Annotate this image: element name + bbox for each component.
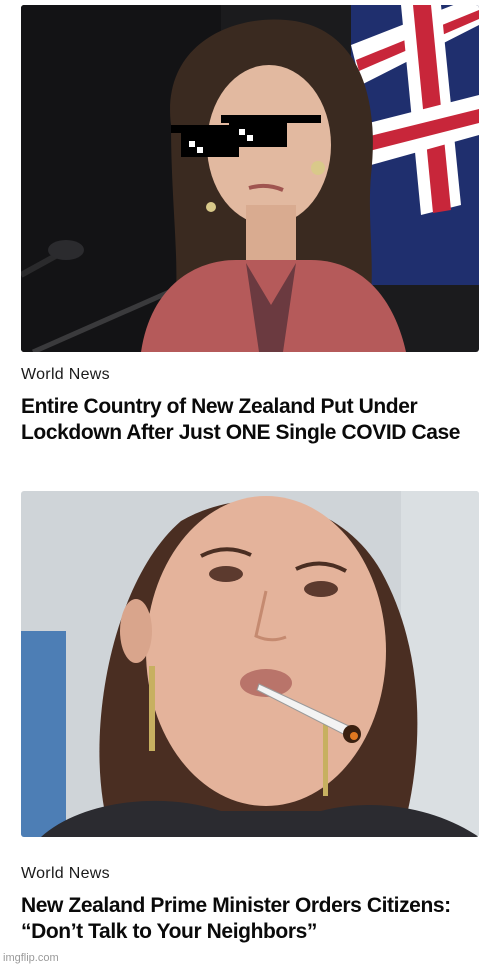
article-image-2[interactable]: [21, 491, 479, 837]
article-photo: [21, 491, 479, 837]
watermark-text: imgflip.com: [3, 952, 59, 964]
article-image-1[interactable]: [21, 5, 479, 352]
article-category[interactable]: World News: [21, 865, 110, 883]
article-headline[interactable]: Entire Country of New Zealand Put Under …: [21, 394, 481, 446]
article-category[interactable]: World News: [21, 366, 110, 384]
article-headline[interactable]: New Zealand Prime Minister Orders Citize…: [21, 893, 481, 945]
article-photo: [21, 5, 479, 352]
